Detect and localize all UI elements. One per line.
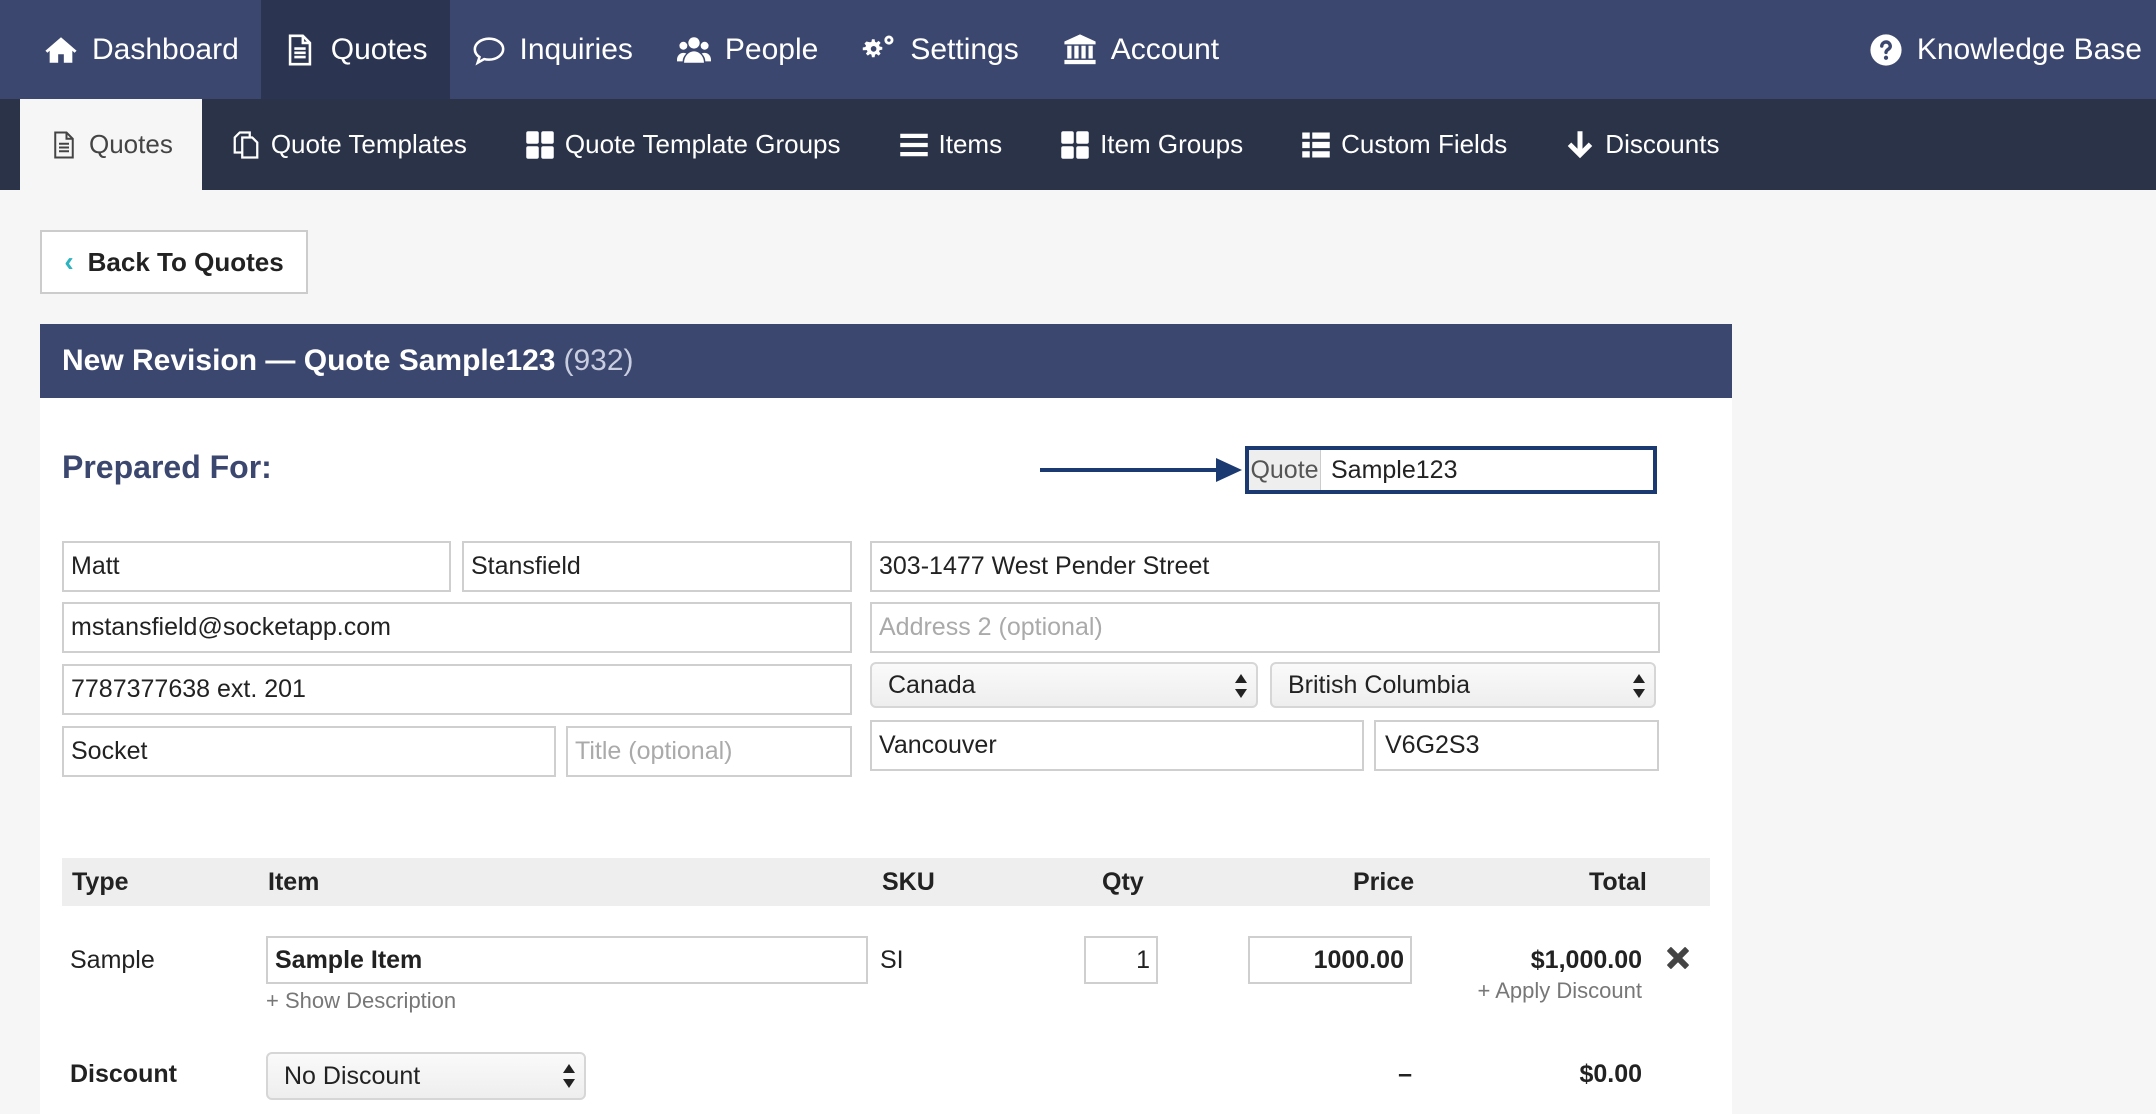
column-header-sku: SKU: [882, 868, 935, 896]
address2-input[interactable]: [870, 602, 1660, 653]
company-input[interactable]: [62, 726, 556, 777]
question-circle-icon: [1869, 33, 1903, 67]
discount-price: –: [1398, 1060, 1412, 1088]
grid-icon: [525, 130, 555, 160]
sub-nav-label: Quote Templates: [270, 129, 467, 159]
address1-input[interactable]: [870, 541, 1660, 592]
top-nav-knowledge-base[interactable]: Knowledge Base: [1847, 0, 2156, 99]
callout-arrow-head: [1216, 458, 1242, 482]
top-nav-quotes[interactable]: Quotes: [260, 0, 450, 99]
item-qty-input[interactable]: [1084, 936, 1158, 984]
discount-select[interactable]: No Discount: [266, 1052, 586, 1100]
top-nav-people[interactable]: People: [655, 0, 840, 99]
top-nav-account[interactable]: Account: [1041, 0, 1241, 99]
sub-nav-label: Item Groups: [1100, 129, 1244, 159]
first-name-input[interactable]: [62, 541, 451, 592]
column-header-type: Type: [72, 868, 129, 896]
sub-nav-discounts[interactable]: Discounts: [1536, 99, 1748, 190]
sub-nav-label: Discounts: [1605, 129, 1720, 159]
top-nav-label: Settings: [910, 32, 1019, 66]
document-icon: [283, 33, 317, 67]
country-select-value: Canada: [888, 670, 976, 699]
top-nav-label: Inquiries: [519, 32, 633, 66]
chat-bubble-icon: [472, 33, 506, 67]
users-icon: [676, 33, 711, 67]
sub-nav-quote-template-groups[interactable]: Quote Template Groups: [496, 99, 870, 190]
select-arrows-icon: [1632, 672, 1646, 700]
top-nav-dashboard[interactable]: Dashboard: [0, 0, 261, 99]
list-icon: [899, 130, 929, 160]
copy-icon: [231, 130, 261, 160]
column-header-qty: Qty: [1102, 868, 1144, 896]
column-header-price: Price: [1353, 868, 1415, 896]
postal-code-input[interactable]: [1374, 720, 1659, 771]
item-total: $1,000.00: [1530, 946, 1642, 974]
sub-nav-label: Items: [938, 129, 1003, 159]
show-description-link[interactable]: + Show Description: [266, 988, 456, 1014]
select-arrows-icon: [1234, 672, 1248, 700]
quote-number: (932): [563, 344, 634, 377]
top-nav: Dashboard Quotes Inquiries People Settin…: [0, 0, 2156, 99]
quote-name-field: Quote: [1245, 446, 1657, 494]
back-to-quotes-button[interactable]: ‹ Back To Quotes: [40, 230, 308, 294]
top-nav-label: Account: [1110, 32, 1220, 66]
sub-nav-label: Quote Template Groups: [564, 129, 841, 159]
apply-discount-link[interactable]: + Apply Discount: [1442, 978, 1642, 1004]
sub-nav: Quotes Quote Templates Quote Template Gr…: [0, 99, 2156, 190]
callout-arrow: [1040, 468, 1218, 472]
top-nav-label: Quotes: [330, 32, 428, 66]
top-nav-label: Dashboard: [92, 32, 239, 66]
home-icon: [44, 33, 78, 67]
knowledge-base-label: Knowledge Base: [1916, 32, 2142, 66]
list-table-icon: [1301, 130, 1331, 160]
panel-title: New Revision — Quote Sample123: [62, 344, 556, 377]
top-nav-label: People: [724, 32, 819, 66]
discount-total: $0.00: [1579, 1060, 1642, 1088]
sub-nav-custom-fields[interactable]: Custom Fields: [1272, 99, 1536, 190]
sub-nav-label: Custom Fields: [1341, 129, 1508, 159]
discount-label: Discount: [70, 1060, 177, 1088]
back-to-quotes-label: Back To Quotes: [87, 246, 284, 277]
last-name-input[interactable]: [462, 541, 852, 592]
city-input[interactable]: [870, 720, 1364, 771]
sub-nav-items[interactable]: Items: [870, 99, 1032, 190]
phone-input[interactable]: [62, 664, 852, 715]
item-type: Sample: [70, 946, 155, 974]
chevron-left-icon: ‹: [64, 246, 74, 277]
arrow-down-icon: [1565, 130, 1595, 160]
sub-nav-item-groups[interactable]: Item Groups: [1031, 99, 1272, 190]
sub-nav-label: Quotes: [89, 129, 173, 159]
province-select-value: British Columbia: [1288, 670, 1471, 699]
remove-item-icon[interactable]: [1666, 946, 1690, 970]
gears-icon: [862, 33, 896, 67]
bank-icon: [1063, 33, 1097, 67]
column-header-item: Item: [268, 868, 320, 896]
column-header-total: Total: [1589, 868, 1647, 896]
item-price-input[interactable]: [1248, 936, 1412, 984]
item-name-input[interactable]: [266, 936, 868, 984]
quote-name-input[interactable]: [1321, 450, 1653, 490]
item-sku: SI: [880, 946, 904, 974]
sub-nav-quote-templates[interactable]: Quote Templates: [202, 99, 496, 190]
top-nav-settings[interactable]: Settings: [840, 0, 1040, 99]
select-arrows-icon: [562, 1062, 576, 1090]
country-select[interactable]: Canada: [870, 662, 1258, 708]
title-input[interactable]: [566, 726, 852, 777]
top-nav-inquiries[interactable]: Inquiries: [450, 0, 655, 99]
quote-field-label: Quote: [1249, 450, 1321, 490]
prepared-for-heading: Prepared For:: [62, 449, 272, 485]
discount-select-value: No Discount: [284, 1061, 421, 1090]
grid-icon: [1060, 130, 1090, 160]
email-input[interactable]: [62, 602, 852, 653]
document-icon: [49, 130, 79, 160]
panel-header: New Revision — Quote Sample123 (932): [40, 324, 1732, 398]
province-select[interactable]: British Columbia: [1270, 662, 1656, 708]
sub-nav-quotes[interactable]: Quotes: [20, 99, 202, 190]
